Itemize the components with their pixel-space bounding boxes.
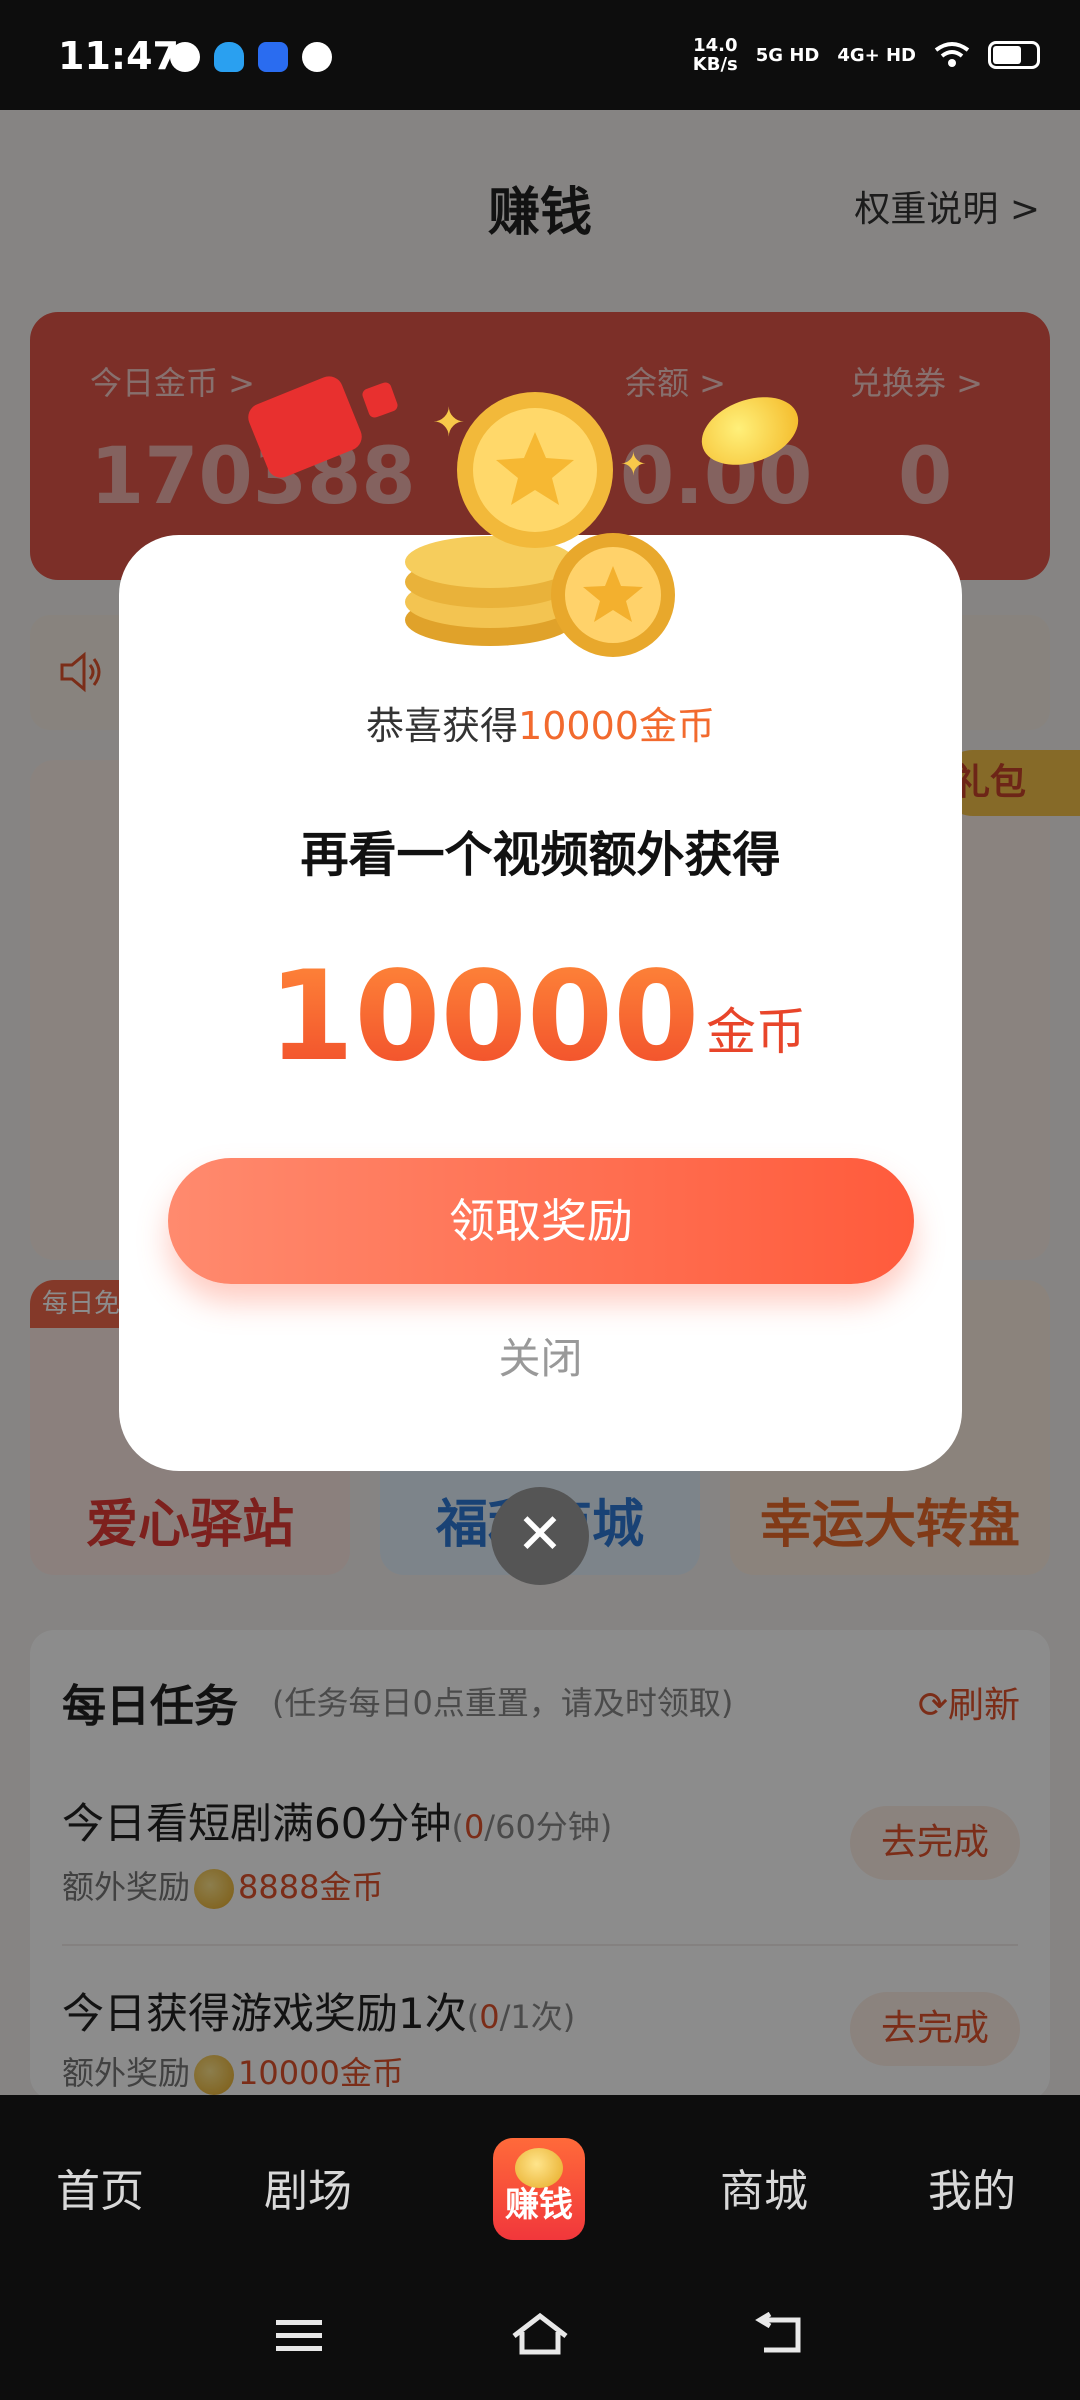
congrats-text: 恭喜获得10000金币 [119, 695, 962, 750]
status-indicators: 14.0 KB/s 5G HD 4G+ HD [693, 36, 1040, 74]
signal-5g: 5G HD [755, 44, 820, 66]
modal-headline: 再看一个视频额外获得 [300, 827, 781, 883]
reward-amount: 10000 [268, 945, 700, 1089]
menu-icon[interactable] [274, 2310, 324, 2368]
battery-icon [988, 41, 1040, 69]
nav-mall[interactable]: 商城 [720, 2155, 808, 2219]
status-bar: 11:47 14.0 KB/s 5G HD 4G+ HD [0, 0, 1080, 110]
close-text-button[interactable]: 关闭 [119, 1325, 962, 1386]
message-app-icon [258, 42, 288, 72]
congrats-prefix: 恭喜获得 [366, 704, 519, 748]
status-time: 11:47 [58, 34, 179, 78]
sparkle-icon: ✦ [432, 400, 466, 446]
wechat-icon [170, 42, 200, 72]
speed-value: 14.0 [693, 35, 738, 56]
sparkle-icon: ✦ [620, 445, 647, 483]
qq-icon [214, 42, 244, 72]
back-icon[interactable] [754, 2310, 804, 2368]
nav-earn[interactable]: 赚钱 [493, 2138, 585, 2240]
home-icon[interactable] [510, 2310, 570, 2368]
nav-home[interactable]: 首页 [56, 2155, 144, 2219]
signal-4g: 4G+ HD [837, 44, 916, 66]
chat-bubble-icon [302, 42, 332, 72]
speed-unit: KB/s [692, 54, 738, 75]
network-speed: 14.0 KB/s [693, 36, 738, 74]
wifi-icon [934, 42, 970, 67]
close-icon[interactable]: ✕ [491, 1487, 589, 1585]
nav-theater[interactable]: 剧场 [264, 2155, 352, 2219]
claim-reward-button[interactable]: 领取奖励 [168, 1158, 914, 1284]
nav-mine[interactable]: 我的 [928, 2155, 1016, 2219]
reward-unit: 金币 [706, 1003, 806, 1061]
congrats-amount: 10000金币 [518, 704, 715, 748]
